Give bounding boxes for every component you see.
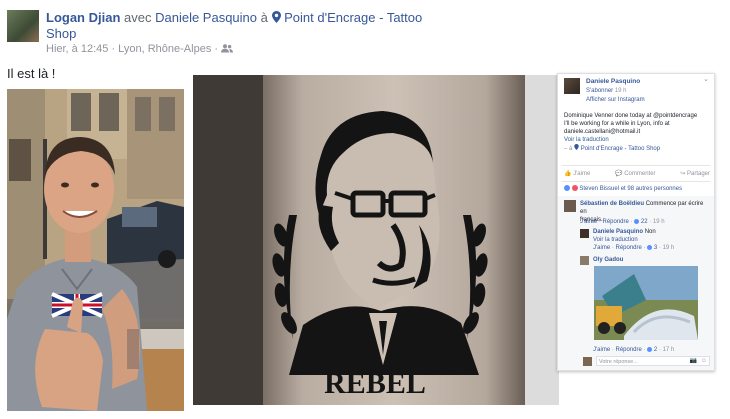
reply-like[interactable]: J'aime (593, 347, 610, 353)
place-link[interactable]: Point d'Encrage - Tattoo (284, 10, 422, 25)
separator: · (214, 43, 219, 55)
comment-time: 19 h (652, 219, 665, 225)
like-reaction-icon (647, 244, 653, 250)
divider (562, 181, 710, 182)
post-photo-man[interactable] (7, 89, 184, 411)
panel-action-bar: 👍 J'aime 💬 Commenter ↪ Partager (564, 170, 710, 178)
reply-avatar[interactable] (580, 256, 589, 265)
post-caption: Il est là ! (7, 66, 56, 81)
reply-2-actions: J'aime · Répondre · 2 · 17 h (593, 346, 675, 353)
reply-like-count[interactable]: 3 (654, 245, 657, 251)
reply-2-author[interactable]: Oly Gadou (593, 256, 623, 264)
reply-reply[interactable]: Répondre (616, 245, 642, 251)
commenter-avatar[interactable] (564, 200, 576, 212)
panel-place-link[interactable]: Point d'Encrage - Tattoo Shop (581, 146, 660, 152)
panel-author-name[interactable]: Daniele Pasquino (586, 78, 640, 86)
post-time[interactable]: Hier, à 12:45 (46, 43, 108, 55)
reply-time: 17 h (662, 347, 675, 353)
instagram-link[interactable]: Afficher sur Instagram (586, 96, 645, 104)
reply-translation-link[interactable]: Voir la traduction (593, 237, 638, 243)
man-photo-illustration (7, 89, 184, 411)
tattoo-illustration: REBEL (193, 75, 559, 405)
thumb-up-icon: 👍 (564, 171, 572, 177)
like-reaction-icon (564, 185, 570, 192)
tagged-user[interactable]: Daniele Pasquino (155, 10, 257, 25)
body-line-1: Dominique Venner done today at @pointden… (564, 113, 698, 119)
share-icon: ↪ (680, 171, 686, 177)
location-pin-icon (271, 10, 285, 25)
share-action[interactable]: ↪ Partager (680, 170, 710, 178)
reply-time: 19 h (662, 245, 675, 251)
body-line-3: daniele.castellani@hotmail.it (564, 129, 641, 135)
panel-place-line: – à Point d'Encrage - Tattoo Shop (564, 144, 710, 153)
reply-image-truck[interactable] (594, 266, 698, 340)
reply-text: Non (644, 229, 656, 235)
post-location[interactable]: Lyon, Rhône-Alpes (118, 43, 211, 55)
comments-panel-screenshot: Daniele Pasquino ⌄ S'abonner 19 h Affich… (557, 73, 715, 371)
comment-like[interactable]: J'aime (580, 219, 597, 225)
reply-reply[interactable]: Répondre (616, 347, 642, 353)
author-name[interactable]: Logan Djian (46, 10, 120, 25)
like-action[interactable]: 👍 J'aime (564, 170, 590, 178)
reactions-summary[interactable]: Steven Bissuel et 98 autres personnes (564, 185, 682, 193)
like-reaction-icon (647, 346, 653, 352)
with-text: avec (124, 10, 152, 25)
comment-icon: 💬 (615, 171, 623, 177)
panel-time: 19 h (614, 88, 627, 94)
love-reaction-icon (571, 185, 578, 192)
divider (562, 165, 710, 166)
reply-avatar[interactable] (580, 229, 589, 238)
own-avatar (583, 357, 592, 366)
place-link-continued[interactable]: Shop (46, 25, 76, 43)
reply-placeholder: Votre réponse... (599, 359, 638, 365)
comment-reply[interactable]: Répondre (603, 219, 629, 225)
at-prefix: – à (564, 146, 573, 152)
post-meta: Hier, à 12:45 · Lyon, Rhône-Alpes · (46, 43, 234, 55)
body-line-2: I'll be working for a while in Lyon, inf… (564, 121, 670, 127)
comment-author[interactable]: Sébastien de Boëldieu (580, 201, 644, 207)
see-translation-link[interactable]: Voir la traduction (564, 136, 710, 144)
at-text: à (260, 10, 268, 25)
reply-like-count[interactable]: 2 (654, 347, 657, 353)
separator: · (111, 43, 116, 55)
post-photo-tattoo[interactable]: REBEL (193, 75, 559, 405)
reply-input[interactable]: Votre réponse... 📷 ☺ (596, 356, 710, 366)
reply-1-actions: J'aime · Répondre · 3 · 19 h (593, 244, 675, 251)
emoji-icon[interactable]: ☺ (701, 357, 707, 365)
camera-icon[interactable]: 📷 (690, 357, 697, 365)
follow-button[interactable]: S'abonner (586, 88, 613, 94)
reactions-text[interactable]: Steven Bissuel et 98 autres personnes (579, 186, 682, 192)
comment-like-count[interactable]: 22 (641, 219, 648, 225)
tattoo-text: REBEL (324, 367, 426, 400)
panel-body: Dominique Venner done today at @pointden… (564, 112, 710, 153)
dump-truck-image (594, 266, 698, 340)
chevron-down-icon[interactable]: ⌄ (703, 76, 709, 84)
reply-1: Daniele Pasquino Non Voir la traduction (593, 228, 711, 244)
reply-like[interactable]: J'aime (593, 245, 610, 251)
comment-1-actions: J'aime · Répondre · 22 · 19 h (580, 218, 665, 225)
reply-author[interactable]: Daniele Pasquino (593, 229, 643, 235)
panel-author-avatar[interactable] (564, 78, 580, 94)
post-header: Logan Djian avec Daniele Pasquino à Poin… (46, 9, 422, 27)
like-reaction-icon (634, 218, 640, 224)
panel-follow-line: S'abonner 19 h (586, 87, 627, 95)
audience-friends-icon[interactable] (221, 43, 234, 55)
author-avatar[interactable] (7, 10, 39, 42)
location-pin-icon (574, 144, 581, 152)
comment-action[interactable]: 💬 Commenter (615, 170, 656, 178)
